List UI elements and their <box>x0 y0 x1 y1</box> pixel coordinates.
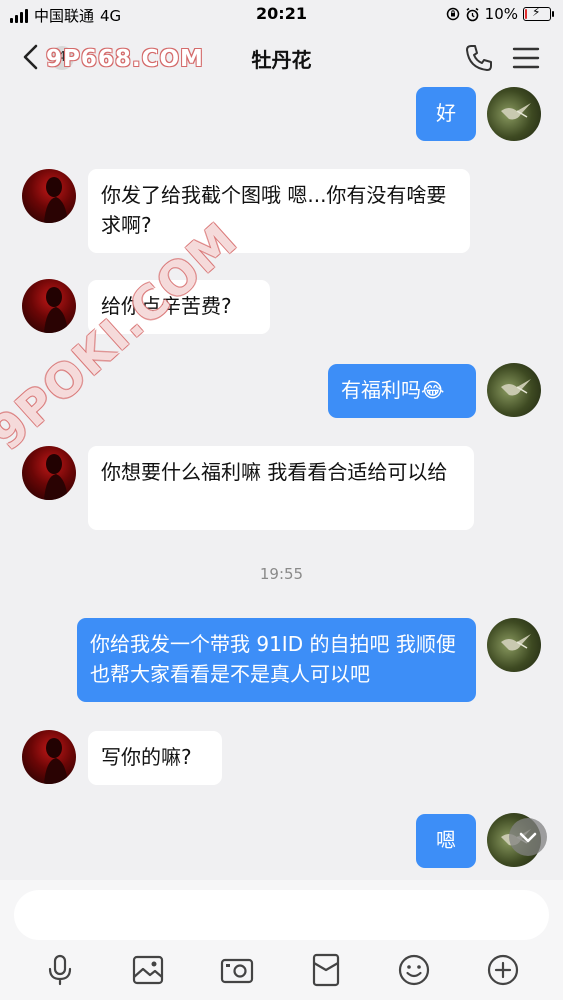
red-packet-icon[interactable] <box>309 953 343 987</box>
chevron-down-icon <box>519 832 537 843</box>
contact-avatar[interactable] <box>22 279 76 333</box>
menu-icon[interactable] <box>510 42 542 74</box>
camera-icon[interactable] <box>220 953 254 987</box>
message-bubble[interactable]: 嗯 <box>416 814 476 868</box>
avatar-figure-icon <box>44 738 68 784</box>
nav-bar: 4 牡丹花 <box>0 30 563 85</box>
message-bubble[interactable]: 你想要什么福利嘛 我看看合适给可以给 <box>88 446 474 530</box>
message-input[interactable] <box>14 890 549 940</box>
message-bubble[interactable]: 写你的嘛? <box>88 731 222 785</box>
phone-icon[interactable] <box>463 42 495 74</box>
avatar-figure-icon <box>44 177 68 223</box>
my-avatar[interactable] <box>487 363 541 417</box>
message-bubble[interactable]: 你发了给我截个图哦 嗯...你有没有啥要求啊? <box>88 169 470 253</box>
hummingbird-icon <box>501 379 531 396</box>
scroll-to-bottom-button[interactable] <box>509 818 547 856</box>
avatar-figure-icon <box>44 454 68 500</box>
my-avatar[interactable] <box>487 87 541 141</box>
message-bubble[interactable]: 好 <box>416 87 476 141</box>
alarm-icon <box>466 7 479 21</box>
status-right: 10% ⚡ <box>446 5 554 23</box>
battery-icon: ⚡ <box>523 5 554 21</box>
microphone-icon[interactable] <box>43 953 77 987</box>
battery-percent: 10% <box>484 5 518 23</box>
image-icon[interactable] <box>131 953 165 987</box>
chat-area[interactable]: 好 你发了给我截个图哦 嗯...你有没有啥要求啊? 给你点辛苦费? 有福利吗😂 … <box>0 85 563 880</box>
contact-avatar[interactable] <box>22 446 76 500</box>
emoji-icon[interactable] <box>397 953 431 987</box>
contact-avatar[interactable] <box>22 730 76 784</box>
message-bubble[interactable]: 你给我发一个带我 91ID 的自拍吧 我顺便也帮大家看看是不是真人可以吧 <box>77 618 476 702</box>
rotation-lock-icon <box>446 7 459 21</box>
hummingbird-icon <box>501 634 531 651</box>
avatar-figure-icon <box>44 287 68 333</box>
message-bubble[interactable]: 给你点辛苦费? <box>88 280 270 334</box>
input-area <box>0 880 563 1000</box>
message-timestamp: 19:55 <box>259 565 304 583</box>
hummingbird-icon <box>501 103 531 120</box>
plus-icon[interactable] <box>486 953 520 987</box>
status-bar: 中国联通 4G 20:21 10% ⚡ <box>0 0 563 30</box>
my-avatar[interactable] <box>487 618 541 672</box>
contact-avatar[interactable] <box>22 169 76 223</box>
message-bubble[interactable]: 有福利吗😂 <box>328 364 476 418</box>
